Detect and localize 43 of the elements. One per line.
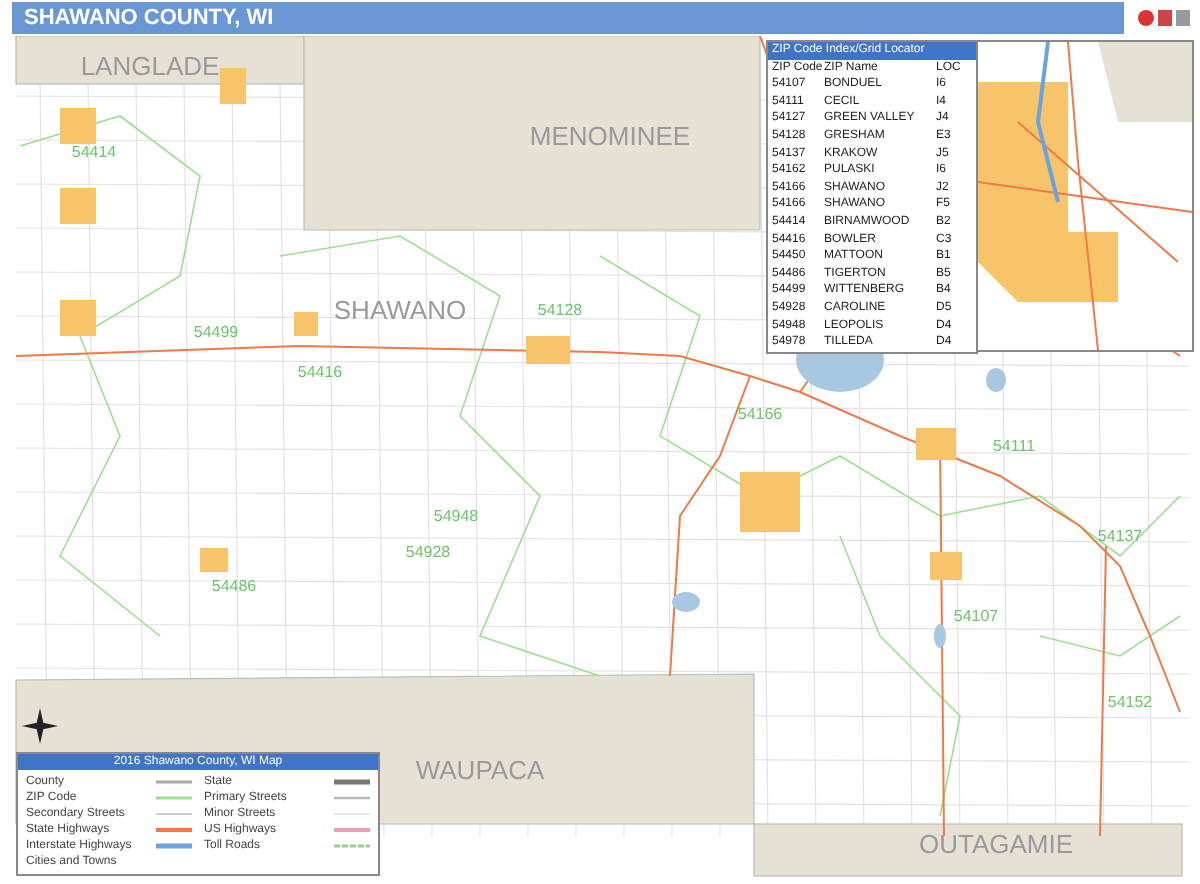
town-area <box>294 312 318 336</box>
zip-boundary-line <box>1039 615 1181 657</box>
county-label: OUTAGAMIE <box>918 829 1074 859</box>
town-area <box>200 548 228 572</box>
line-style-icon <box>334 778 370 786</box>
county-label: MENOMINEE <box>529 121 691 151</box>
town-area <box>220 68 246 104</box>
lake <box>672 592 700 612</box>
county-label: SHAWANO <box>333 295 467 325</box>
line-style-icon <box>156 778 192 786</box>
town-area <box>60 300 96 336</box>
zip-code-label: 54111 <box>992 437 1036 455</box>
map-title: SHAWANO COUNTY, WI <box>24 6 274 30</box>
county-label: LANGLADE <box>80 51 220 81</box>
town-area <box>930 552 962 580</box>
logo-icon <box>1136 4 1192 32</box>
line-style-icon <box>334 794 370 802</box>
zip-code-label: 54416 <box>297 363 343 381</box>
line-style-icon <box>156 842 192 850</box>
town-area <box>526 336 570 364</box>
line-style-icon <box>156 810 192 818</box>
town-area <box>60 188 96 224</box>
town-area <box>60 108 96 144</box>
lake <box>986 368 1006 392</box>
town-area <box>916 428 956 460</box>
zip-code-label: 54928 <box>405 543 451 561</box>
line-style-icon <box>156 794 192 802</box>
line-style-icon <box>334 842 370 850</box>
zip-code-label: 54128 <box>537 301 583 319</box>
zip-code-label: 54499 <box>193 323 239 341</box>
lake <box>934 624 946 648</box>
zip-code-label: 54107 <box>953 607 999 625</box>
compass-rose-icon <box>22 708 58 744</box>
town-area <box>740 472 800 532</box>
line-style-icon <box>156 826 192 834</box>
zip-code-label: 54948 <box>433 507 479 525</box>
county-label: WAUPACA <box>415 755 545 785</box>
zip-code-label: 54152 <box>1107 693 1153 711</box>
line-style-icon <box>334 826 370 834</box>
zip-code-label: 54137 <box>1097 527 1143 545</box>
zip-code-label: 54414 <box>71 143 117 161</box>
zip-code-label: 54486 <box>211 577 257 595</box>
zip-code-label: 54166 <box>737 405 783 423</box>
